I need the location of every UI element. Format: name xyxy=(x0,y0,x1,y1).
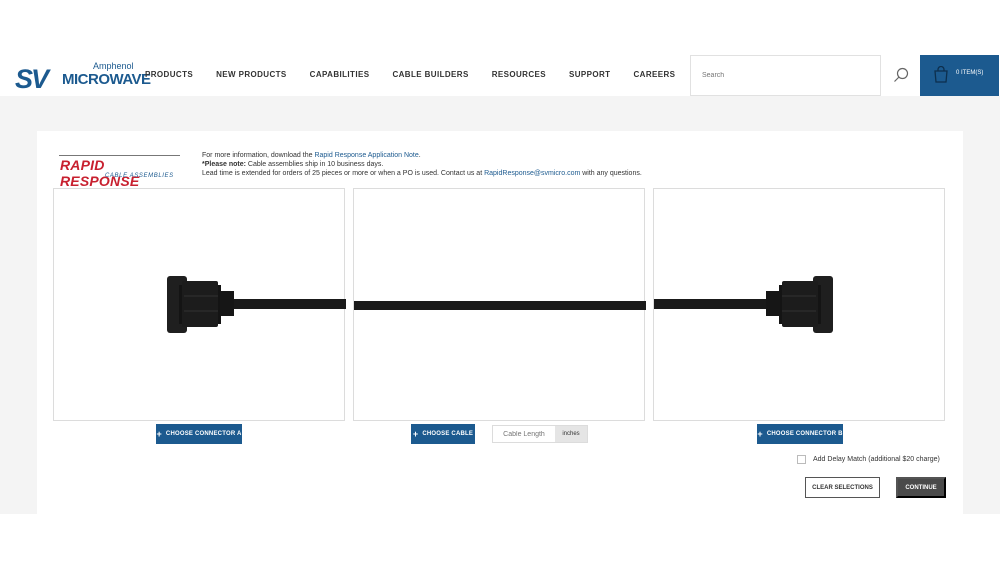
choose-connector-a-label: CHOOSE CONNECTOR A xyxy=(165,431,242,437)
search-input[interactable] xyxy=(691,56,880,95)
nav-item-support[interactable]: SUPPORT xyxy=(569,70,610,79)
choose-connector-b-button[interactable]: + CHOOSE CONNECTOR B xyxy=(757,424,843,444)
length-unit: inches xyxy=(555,426,587,442)
lead-time-text: Lead time is extended for orders of 25 p… xyxy=(202,170,485,177)
nav-item-products[interactable]: PRODUCTS xyxy=(145,70,193,79)
application-note-link[interactable]: Rapid Response Application Note xyxy=(314,152,418,159)
site-header: SV Amphenol MICROWAVE PRODUCTS NEW PRODUC… xyxy=(0,55,1000,96)
lead-time-suffix: with any questions. xyxy=(580,170,642,177)
nav-item-careers[interactable]: CAREERS xyxy=(633,70,675,79)
rapid-response-logo: RAPID RESPONSE CABLE ASSEMBLIES xyxy=(57,151,182,189)
cable-image xyxy=(354,301,646,310)
sv-microwave-logo[interactable]: SV Amphenol MICROWAVE xyxy=(15,61,151,94)
choose-connector-b-label: CHOOSE CONNECTOR B xyxy=(766,431,843,437)
connector-a-image xyxy=(167,276,346,333)
logo-product: MICROWAVE xyxy=(62,71,151,88)
info-text-suffix: . xyxy=(418,152,421,159)
search-box xyxy=(690,55,881,96)
cable-length-input[interactable] xyxy=(493,426,555,442)
delay-match-option[interactable]: Add Delay Match (additional $20 charge) xyxy=(797,455,940,464)
cable-builder-panel: RAPID RESPONSE CABLE ASSEMBLIES For more… xyxy=(37,131,963,514)
connector-a-preview xyxy=(53,188,346,421)
logo-line xyxy=(59,155,180,156)
plus-icon: + xyxy=(757,429,763,439)
main-nav: PRODUCTS NEW PRODUCTS CAPABILITIES CABLE BU… xyxy=(145,70,698,79)
clear-selections-button[interactable]: CLEAR SELECTIONS xyxy=(805,477,880,498)
cart-count: 0 ITEM(S) xyxy=(956,70,984,76)
nav-item-resources[interactable]: RESOURCES xyxy=(492,70,546,79)
please-note-label: *Please note: xyxy=(202,161,246,168)
nav-item-capabilities[interactable]: CAPABILITIES xyxy=(310,70,370,79)
connector-b-preview xyxy=(653,188,945,421)
search-icon[interactable] xyxy=(893,67,909,83)
shopping-bag-icon xyxy=(934,66,948,83)
rapid-response-subtitle: CABLE ASSEMBLIES xyxy=(105,173,174,179)
nav-item-cable-builders[interactable]: CABLE BUILDERS xyxy=(392,70,468,79)
choose-connector-a-button[interactable]: + CHOOSE CONNECTOR A xyxy=(156,424,242,444)
choose-cable-label: CHOOSE CABLE xyxy=(422,431,474,437)
logo-company: Amphenol xyxy=(93,61,134,71)
info-text-prefix: For more information, download the xyxy=(202,152,315,159)
nav-item-new-products[interactable]: NEW PRODUCTS xyxy=(216,70,287,79)
delay-match-label: Add Delay Match (additional $20 charge) xyxy=(813,456,940,463)
email-link[interactable]: RapidResponse@svmicro.com xyxy=(484,170,580,177)
continue-button[interactable]: CONTINUE xyxy=(896,477,946,498)
cable-preview xyxy=(353,188,646,421)
info-text: For more information, download the Rapid… xyxy=(202,151,642,178)
ship-time-text: Cable assemblies ship in 10 business day… xyxy=(245,161,384,168)
choose-cable-button[interactable]: + CHOOSE CABLE xyxy=(411,424,475,444)
cart-button[interactable]: 0 ITEM(S) xyxy=(920,55,999,96)
connector-b-image xyxy=(654,276,833,333)
info-line-1: For more information, download the Rapid… xyxy=(202,151,642,160)
plus-icon: + xyxy=(156,429,162,439)
logo-brand: SV xyxy=(15,64,49,94)
info-line-2: *Please note: Cable assemblies ship in 1… xyxy=(202,160,642,169)
plus-icon: + xyxy=(412,429,419,439)
delay-match-checkbox[interactable] xyxy=(797,455,806,464)
info-line-3: Lead time is extended for orders of 25 p… xyxy=(202,169,642,178)
cable-length-group: inches xyxy=(492,425,588,443)
